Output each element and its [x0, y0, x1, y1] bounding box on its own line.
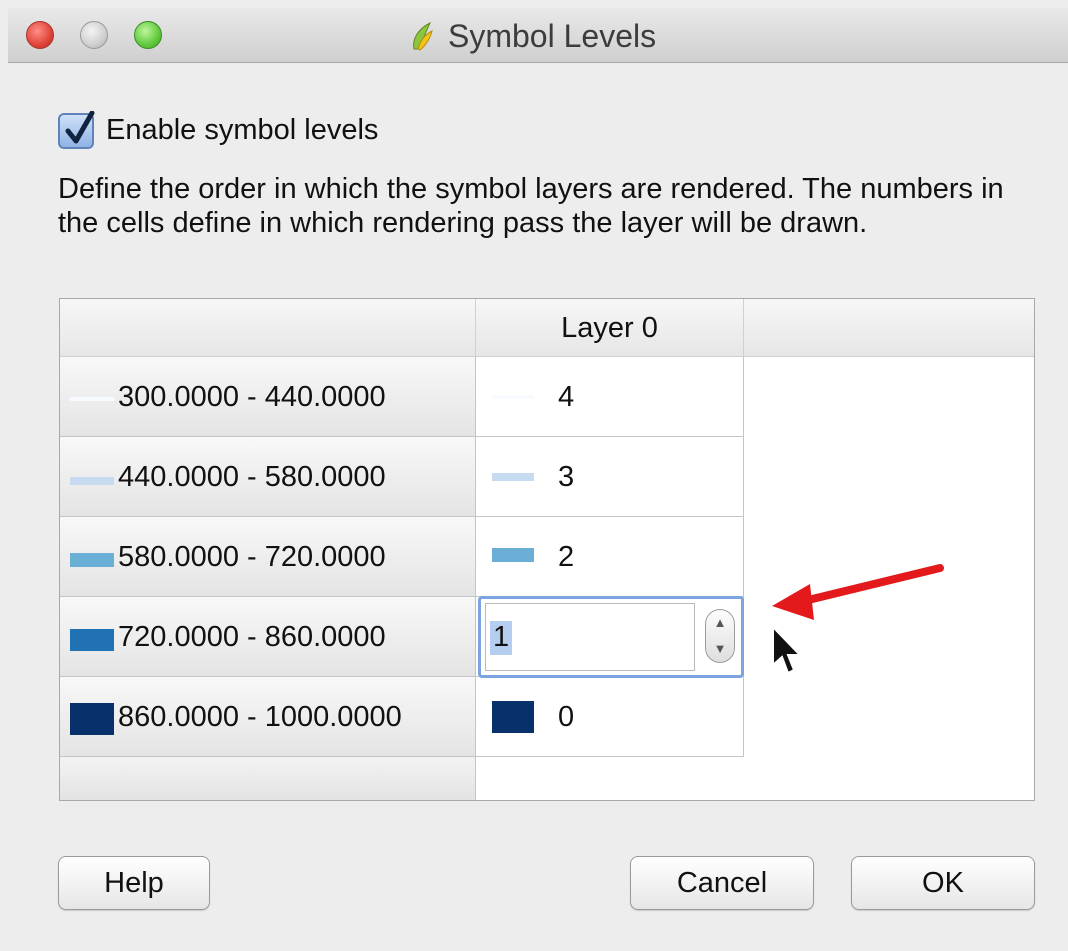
stepper-up-arrow-icon[interactable]: ▲	[706, 610, 734, 636]
level-cell[interactable]: 4	[476, 357, 744, 437]
enable-symbol-levels-label[interactable]: Enable symbol levels	[106, 112, 378, 148]
window-title-group: Symbol Levels	[408, 18, 656, 54]
row-range-label: 440.0000 - 580.0000	[118, 461, 386, 493]
level-spinbox-editor[interactable]: 1 ▲ ▼	[478, 596, 744, 678]
row-header[interactable]: 860.0000 - 1000.0000	[60, 677, 476, 757]
cell-color-swatch	[492, 548, 534, 562]
checkmark-icon	[65, 111, 95, 144]
cell-color-swatch	[492, 395, 534, 399]
row-header[interactable]: 720.0000 - 860.0000	[60, 597, 476, 677]
close-window-button[interactable]	[26, 21, 54, 49]
title-bar: Symbol Levels	[8, 8, 1068, 63]
row-color-swatch	[70, 629, 114, 651]
level-cell[interactable]: 3	[476, 437, 744, 517]
qgis-app-icon	[413, 21, 433, 51]
row-color-swatch	[70, 397, 114, 401]
level-value: 2	[558, 541, 575, 573]
row-range-label: 720.0000 - 860.0000	[118, 621, 386, 653]
row-range-label: 580.0000 - 720.0000	[118, 541, 386, 573]
level-stepper[interactable]: ▲ ▼	[705, 609, 735, 663]
minimize-window-button[interactable]	[80, 21, 108, 49]
window-title: Symbol Levels	[448, 17, 657, 54]
cell-color-swatch	[492, 701, 534, 733]
row-color-swatch	[70, 703, 114, 735]
row-header[interactable]: 580.0000 - 720.0000	[60, 517, 476, 597]
ok-button[interactable]: OK	[851, 856, 1035, 910]
cancel-button[interactable]: Cancel	[630, 856, 814, 910]
row-header-filler	[60, 757, 476, 800]
table-row: 300.0000 - 440.0000 4	[60, 357, 744, 437]
level-spinbox-input[interactable]	[485, 603, 695, 671]
red-arrow-annotation	[772, 564, 944, 620]
row-range-label: 300.0000 - 440.0000	[118, 381, 386, 413]
level-value: 0	[558, 701, 575, 733]
mouse-pointer-icon	[772, 625, 803, 675]
stepper-down-arrow-icon[interactable]: ▼	[706, 636, 734, 662]
table-row: 860.0000 - 1000.0000 0	[60, 677, 744, 757]
level-cell[interactable]: 0	[476, 677, 744, 757]
level-cell[interactable]: 2	[476, 517, 744, 597]
enable-symbol-levels-checkbox[interactable]	[58, 111, 95, 149]
row-color-swatch	[70, 553, 114, 567]
table-corner[interactable]	[60, 299, 476, 357]
table-row: 580.0000 - 720.0000 2	[60, 517, 744, 597]
arrow-shaft	[796, 564, 944, 606]
symbol-levels-table: Layer 0 300.0000 - 440.0000 4 440.0000 -…	[59, 298, 1035, 801]
text-selection-highlight	[490, 621, 512, 655]
arrow-head	[772, 584, 814, 620]
cell-color-swatch	[492, 473, 534, 481]
row-color-swatch	[70, 477, 114, 485]
description-text: Define the order in which the symbol lay…	[58, 173, 1004, 239]
row-header[interactable]: 300.0000 - 440.0000	[60, 357, 476, 437]
column-header-layer-0[interactable]: Layer 0	[476, 299, 744, 357]
table-row: 440.0000 - 580.0000 3	[60, 437, 744, 517]
help-button[interactable]: Help	[58, 856, 210, 910]
zoom-window-button[interactable]	[134, 21, 162, 49]
level-value: 4	[558, 381, 575, 413]
row-range-label: 860.0000 - 1000.0000	[118, 701, 402, 733]
row-header[interactable]: 440.0000 - 580.0000	[60, 437, 476, 517]
level-value: 3	[558, 461, 575, 493]
